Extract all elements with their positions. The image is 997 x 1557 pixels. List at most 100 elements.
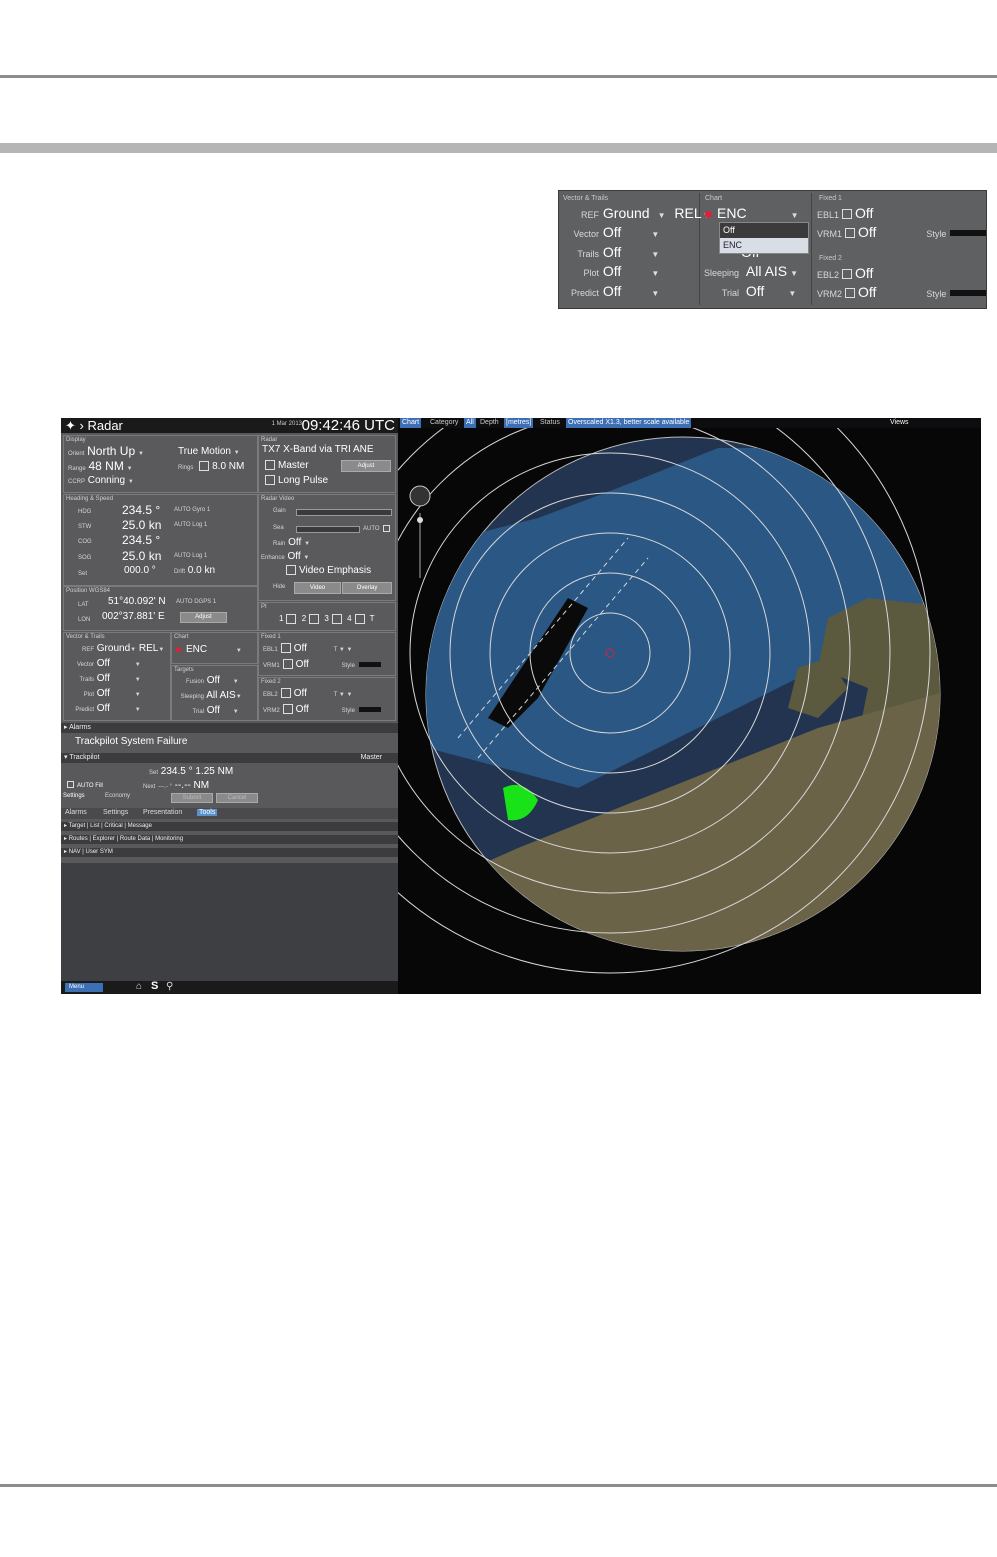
ebl2-checkbox[interactable]: EBL2 Off T ▼ ▼: [263, 688, 352, 699]
ebl1-checkbox[interactable]: EBL1 Off T ▼ ▼: [263, 643, 352, 654]
checkbox[interactable]: [845, 228, 856, 239]
chart-label: Chart: [400, 418, 422, 428]
stw-source[interactable]: AUTO Log 1: [174, 522, 207, 528]
plot-select[interactable]: Plot Off ▼: [68, 688, 141, 699]
sog-source[interactable]: AUTO Log 1: [174, 553, 207, 559]
inset-trial-row[interactable]: Trial Off ▼: [701, 283, 796, 299]
stw-value: 25.0 kn: [122, 518, 162, 532]
alarm-message[interactable]: Trackpilot System Failure: [75, 736, 187, 747]
predict-select[interactable]: Predict Off ▼: [68, 703, 140, 714]
cancel-button[interactable]: Cancel: [216, 793, 258, 803]
radar-source[interactable]: TX7 X-Band via TRI ANE: [262, 444, 374, 455]
vrm1-checkbox[interactable]: VRM1 Off Style: [263, 659, 381, 670]
chart-dropdown-list[interactable]: Off ENC: [719, 222, 809, 254]
settings-label: Settings: [63, 793, 85, 799]
rain-select[interactable]: Rain Off ▼: [273, 537, 310, 548]
sea-auto-checkbox[interactable]: AUTO: [363, 525, 393, 532]
vector-select[interactable]: Vector Off ▼: [68, 658, 141, 669]
clock: 09:42:46 UTC: [301, 418, 395, 434]
chevron-down-icon: ▼: [788, 289, 797, 298]
alarms-header[interactable]: ▸ Alarms: [61, 723, 398, 733]
inset-chart-select[interactable]: ENC ▼: [705, 205, 798, 221]
trackpilot-set: Set 234.5 ° 1.25 NM: [149, 766, 234, 777]
pi-toggles[interactable]: 1 2 3 4 T: [279, 614, 374, 624]
auto-fill-checkbox[interactable]: AUTO Fill: [64, 779, 103, 790]
lat-value: 51°40.092' N: [108, 596, 166, 607]
gear-icon[interactable]: ✦ ›: [65, 418, 84, 433]
checkbox[interactable]: [845, 288, 856, 299]
adjust-button[interactable]: Adjust: [341, 460, 391, 472]
inset-vrm2-row[interactable]: VRM2 Off Style: [817, 284, 986, 300]
menu-button[interactable]: Menu: [65, 983, 103, 992]
ref-select[interactable]: REF Ground▼ REL▼: [68, 643, 164, 654]
depth-value[interactable]: [metres]: [504, 418, 534, 428]
chevron-down-icon: ▼: [651, 250, 660, 259]
home-icon[interactable]: ⌂: [136, 981, 142, 992]
lat-source[interactable]: AUTO DGPS 1: [176, 599, 216, 605]
views-button[interactable]: Views: [890, 418, 909, 428]
search-icon[interactable]: ⚲: [166, 981, 173, 992]
tab-alarms[interactable]: Alarms: [65, 809, 87, 816]
panel-tabs: Alarms Settings Presentation Tools: [61, 808, 398, 819]
inset-ebl1-row[interactable]: EBL1 Off: [817, 205, 873, 221]
enhance-select[interactable]: Enhance Off ▼: [261, 551, 309, 562]
line-style-swatch[interactable]: [950, 230, 986, 237]
nav-section[interactable]: ▸ NAV | User SYM: [61, 848, 398, 857]
chart-select[interactable]: ENC ▼: [176, 644, 242, 655]
gain-slider[interactable]: [296, 509, 392, 516]
routes-section[interactable]: ▸ Routes | Explorer | Route Data | Monit…: [61, 835, 398, 844]
checkbox[interactable]: [842, 209, 853, 220]
radar-chart[interactable]: [398, 428, 981, 994]
video-button[interactable]: Video: [294, 582, 341, 594]
category-value[interactable]: All: [464, 418, 476, 428]
inset-trails-row[interactable]: Trails Off ▼: [559, 244, 659, 260]
radar-source-box: Radar TX7 X-Band via TRI ANE Master Adju…: [258, 435, 396, 493]
range-select[interactable]: Range 48 NM ▼: [68, 459, 133, 473]
chart-status-bar: Chart Category All Depth [metres] Status…: [398, 418, 981, 428]
chart-dropdown-inset: Vector & Trails REF Ground▼ REL▼ Vector …: [558, 190, 987, 309]
overlay-button[interactable]: Overlay: [342, 582, 392, 594]
position-adjust-button[interactable]: Adjust: [180, 612, 227, 623]
inset-plot-row[interactable]: Plot Off ▼: [559, 263, 659, 279]
tab-tools[interactable]: Tools: [197, 809, 218, 816]
inset-ebl2-row[interactable]: EBL2 Off: [817, 265, 873, 281]
sea-slider[interactable]: [296, 526, 360, 533]
trails-select[interactable]: Trails Off ▼: [68, 673, 141, 684]
tab-settings[interactable]: Settings: [103, 809, 128, 816]
orient-select[interactable]: Orient North Up ▼: [68, 444, 144, 458]
inset-vrm1-row[interactable]: VRM1 Off Style: [817, 224, 986, 240]
inset-ref-row[interactable]: REF Ground▼ REL▼: [559, 205, 711, 221]
section-rule: [0, 143, 997, 153]
chart-display[interactable]: Chart Category All Depth [metres] Status…: [398, 418, 981, 994]
economy-select[interactable]: Economy: [105, 793, 130, 799]
trackpilot-header[interactable]: ▾ Trackpilot Master: [61, 753, 398, 763]
tab-presentation[interactable]: Presentation: [143, 809, 182, 816]
inset-sleeping-row[interactable]: Sleeping All AIS ▼: [701, 263, 798, 279]
long-pulse-checkbox[interactable]: Long Pulse: [262, 475, 328, 486]
rings-toggle[interactable]: Rings 8.0 NM: [178, 461, 244, 472]
vrm2-checkbox[interactable]: VRM2 Off Style: [263, 704, 381, 715]
display-box: Display Orient North Up ▼ True Motion ▼ …: [63, 435, 258, 493]
motion-select[interactable]: True Motion ▼: [178, 446, 240, 457]
line-style-swatch[interactable]: [950, 290, 986, 297]
target-section[interactable]: ▸ Target | List | Critical | Message: [61, 822, 398, 831]
radar-screenshot: ✦ › Radar 1 Mar 2013 09:42:46 UTC Displa…: [61, 418, 981, 994]
dropdown-option-enc[interactable]: ENC: [720, 238, 808, 253]
checkbox[interactable]: [842, 269, 853, 280]
sleeping-select[interactable]: Sleeping All AIS▼: [174, 690, 242, 701]
chevron-down-icon: ▼: [790, 269, 799, 278]
fusion-select[interactable]: Fusion Off ▼: [174, 675, 239, 686]
inset-predict-row[interactable]: Predict Off ▼: [559, 283, 659, 299]
chevron-down-icon: ▼: [651, 269, 660, 278]
submit-button[interactable]: Submit: [171, 793, 213, 803]
video-emphasis-checkbox[interactable]: Video Emphasis: [283, 565, 371, 576]
hdg-value: 234.5 °: [122, 503, 161, 517]
ccrp-select[interactable]: CCRP Conning ▼: [68, 475, 134, 486]
radar-title-bar: ✦ › Radar 1 Mar 2013 09:42:46 UTC: [61, 418, 398, 434]
trial-select[interactable]: Trial Off ▼: [174, 705, 239, 716]
master-checkbox[interactable]: Master: [262, 460, 309, 471]
s-icon[interactable]: S: [151, 980, 158, 992]
dropdown-option-off[interactable]: Off: [720, 223, 808, 238]
inset-vector-row[interactable]: Vector Off ▼: [559, 224, 659, 240]
hdg-source[interactable]: AUTO Gyro 1: [174, 507, 210, 513]
